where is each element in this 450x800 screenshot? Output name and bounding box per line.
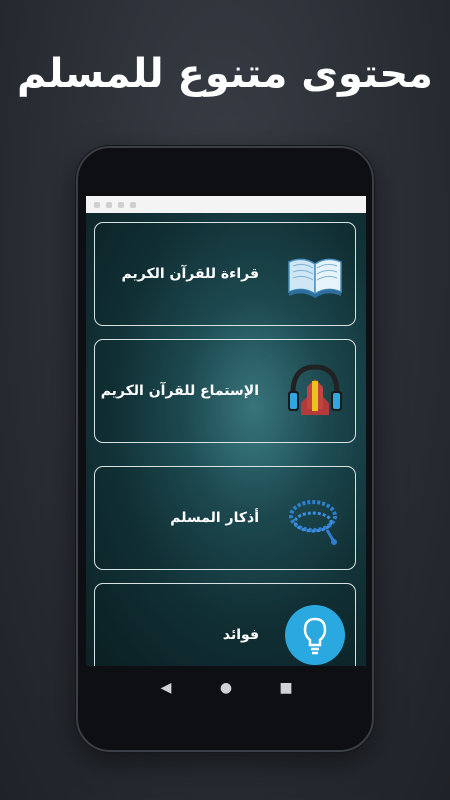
menu-card-label: فوائد bbox=[222, 627, 259, 643]
headphones-quran-icon bbox=[283, 359, 347, 423]
app-screen: قراءة للقرآن الكريم الإستماع للقرآن الكر… bbox=[86, 196, 366, 666]
promo-title: محتوى متنوع للمسلم bbox=[17, 51, 433, 97]
menu-card-read-quran[interactable]: قراءة للقرآن الكريم bbox=[94, 222, 356, 326]
menu-card-adhkar[interactable]: أذكار المسلم bbox=[94, 466, 356, 570]
status-icon bbox=[130, 201, 136, 208]
open-book-icon bbox=[283, 242, 347, 306]
system-navigation-bar: ◀ ● ■ bbox=[86, 666, 366, 710]
menu-card-label: قراءة للقرآن الكريم bbox=[121, 266, 260, 282]
phone-frame: قراءة للقرآن الكريم الإستماع للقرآن الكر… bbox=[76, 146, 374, 752]
menu-card-listen-quran[interactable]: الإستماع للقرآن الكريم bbox=[94, 339, 356, 443]
status-icon bbox=[118, 201, 124, 208]
status-icon bbox=[94, 201, 100, 208]
recents-button[interactable]: ■ bbox=[276, 680, 296, 696]
menu-card-label: أذكار المسلم bbox=[170, 510, 259, 526]
home-button[interactable]: ● bbox=[216, 680, 236, 696]
menu-card-benefits[interactable]: فوائد bbox=[94, 583, 356, 666]
status-bar bbox=[86, 196, 366, 213]
prayer-beads-icon bbox=[283, 486, 347, 550]
status-icon bbox=[106, 201, 112, 208]
back-button[interactable]: ◀ bbox=[156, 680, 176, 696]
lightbulb-icon bbox=[283, 603, 347, 666]
menu-card-label: الإستماع للقرآن الكريم bbox=[100, 383, 259, 399]
